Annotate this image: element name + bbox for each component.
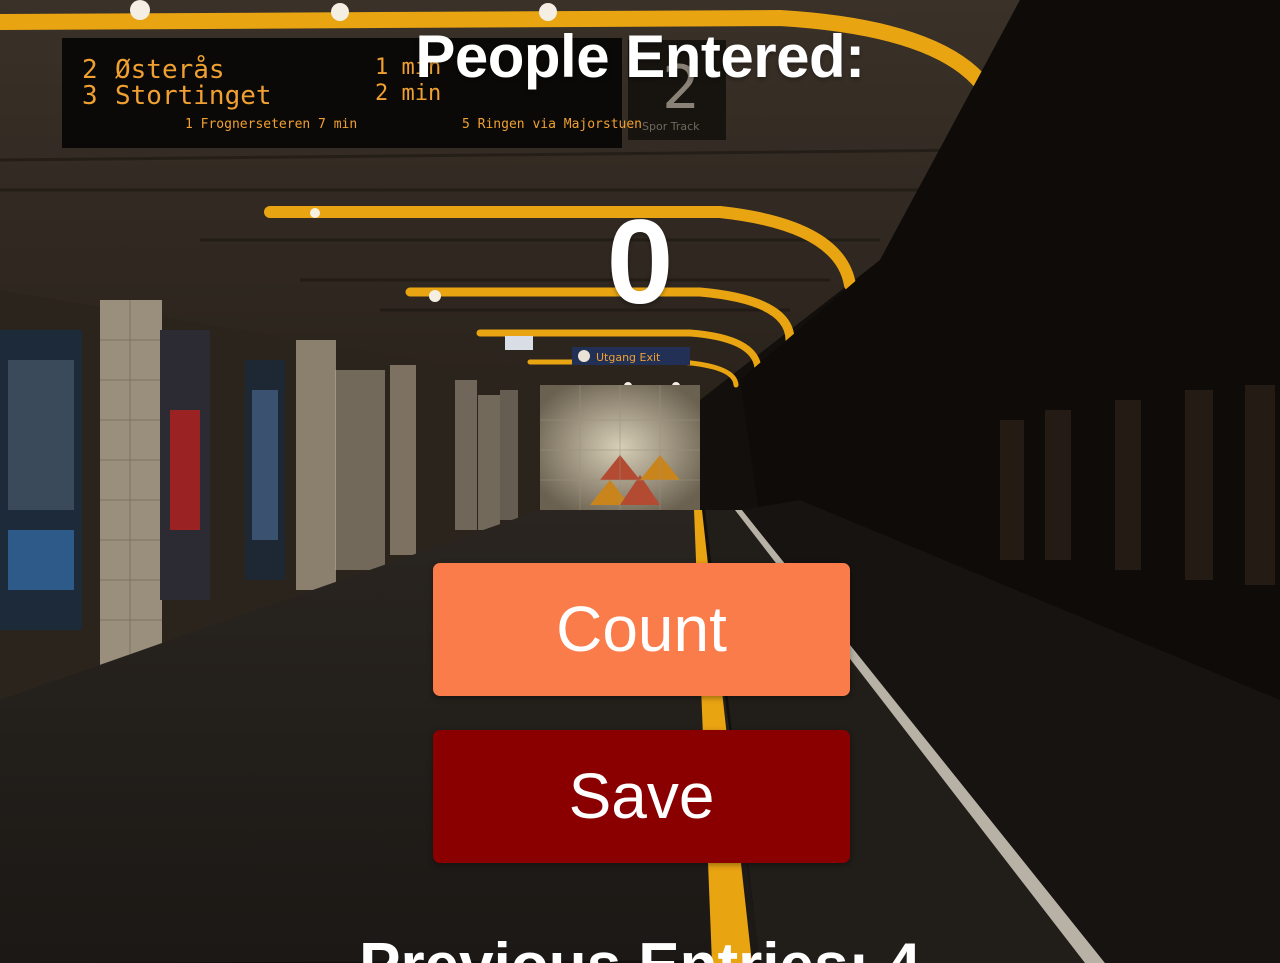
sign-footer-left: 1 Frognerseteren 7 min: [185, 117, 357, 132]
sign-footer-right: 5 Ringen via Majorstuen: [462, 117, 642, 132]
count-button[interactable]: Count: [433, 563, 850, 696]
save-button[interactable]: Save: [433, 730, 850, 863]
people-entered-title: People Entered:: [415, 23, 865, 90]
previous-entries-text: Previous Entries: 4: [0, 930, 1280, 963]
exit-sign-text: Utgang Exit: [596, 351, 661, 364]
track-label: Spor Track: [642, 120, 700, 133]
app-screen: 2 Østerås 1 min 3 Stortinget 2 min 1 Fro…: [0, 0, 1280, 963]
people-count-value: 0: [606, 195, 674, 329]
